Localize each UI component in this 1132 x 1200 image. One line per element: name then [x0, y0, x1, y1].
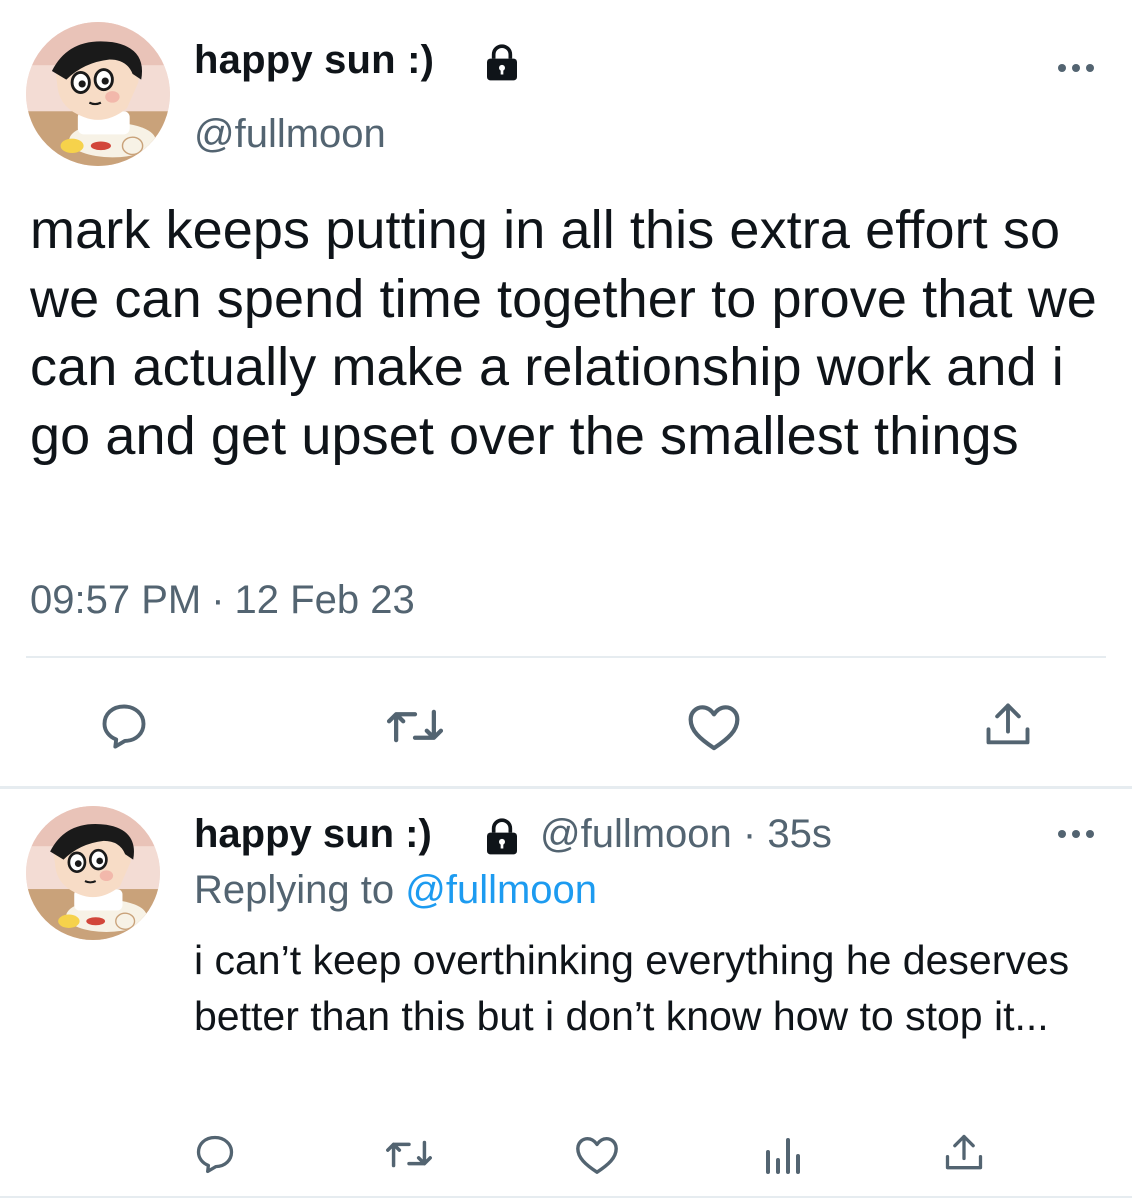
reply-text: i can’t keep overthinking everything he … — [194, 937, 1070, 1039]
meta-separator: · — [211, 578, 225, 622]
analytics-icon[interactable] — [762, 1132, 802, 1176]
divider — [0, 1196, 1132, 1198]
tweet-date: 12 Feb 23 — [234, 578, 415, 622]
reply-icon[interactable] — [192, 1132, 238, 1176]
replying-mention-link[interactable]: @fullmoon — [405, 868, 597, 912]
retweet-icon[interactable] — [382, 1134, 436, 1174]
like-icon[interactable] — [574, 1132, 620, 1176]
meta-separator: · — [742, 812, 757, 856]
cartoon-boy-avatar-icon — [26, 806, 160, 940]
lock-icon — [482, 816, 522, 856]
more-options-icon[interactable] — [1056, 58, 1096, 78]
replying-label: Replying to — [194, 868, 395, 912]
divider — [26, 656, 1106, 658]
retweet-icon[interactable] — [382, 702, 448, 750]
tweet-text: mark keeps putting in all this extra eff… — [30, 200, 1097, 466]
reply-author-handle[interactable]: @fullmoon — [540, 812, 732, 856]
share-icon[interactable] — [982, 698, 1034, 752]
author-name[interactable]: happy sun :) — [194, 38, 434, 83]
share-icon[interactable] — [942, 1130, 986, 1176]
reply-age: 35s — [767, 812, 832, 856]
replying-to: Replying to @fullmoon — [194, 868, 597, 913]
more-options-icon[interactable] — [1056, 824, 1096, 844]
lock-icon — [482, 42, 522, 82]
reply-icon[interactable] — [96, 700, 152, 752]
like-icon[interactable] — [686, 700, 742, 752]
cartoon-boy-avatar-icon — [26, 22, 170, 166]
main-avatar[interactable] — [26, 22, 170, 166]
reply-author-name[interactable]: happy sun :) — [194, 812, 432, 857]
tweet-timestamp[interactable]: 09:57 PM · 12 Feb 23 — [30, 578, 415, 623]
reply-meta[interactable]: @fullmoon · 35s — [540, 812, 832, 857]
reply-avatar[interactable] — [26, 806, 160, 940]
author-handle[interactable]: @fullmoon — [194, 112, 386, 157]
section-divider — [0, 786, 1132, 789]
tweet-time: 09:57 PM — [30, 578, 202, 622]
